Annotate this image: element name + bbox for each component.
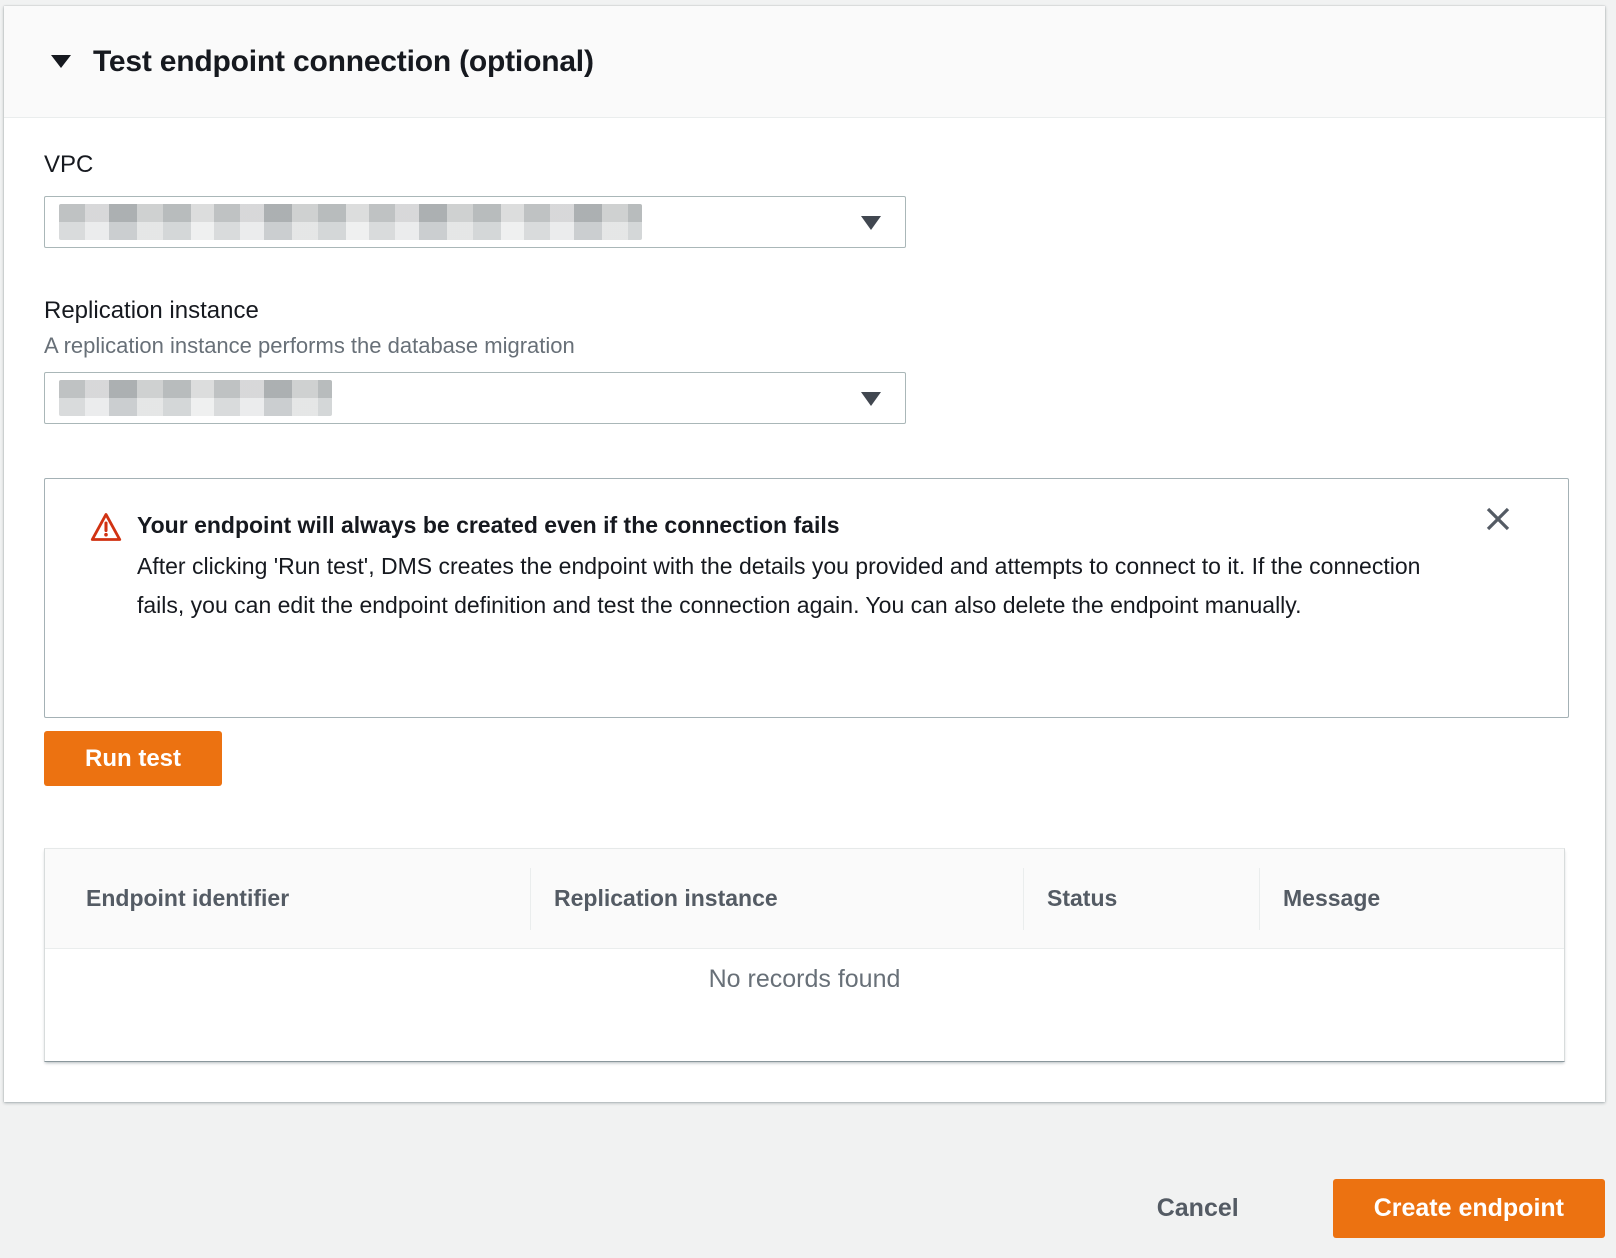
empty-state-message: No records found: [45, 949, 1564, 994]
replication-instance-label: Replication instance: [44, 296, 1569, 326]
replication-instance-description: A replication instance performs the data…: [44, 332, 1569, 359]
form-actions-footer: Cancel Create endpoint: [1151, 1179, 1605, 1238]
table-header-row: Endpoint identifier Replication instance…: [45, 849, 1564, 949]
vpc-redacted-value: [59, 204, 642, 240]
vpc-select[interactable]: [44, 196, 906, 248]
table-body: No records found: [45, 949, 1564, 1061]
column-header-replication-instance: Replication instance: [530, 885, 1023, 912]
replication-instance-select[interactable]: [44, 372, 906, 424]
run-test-button[interactable]: Run test: [44, 731, 222, 786]
vpc-label: VPC: [44, 150, 1569, 180]
replication-redacted-value: [59, 380, 332, 416]
create-endpoint-button[interactable]: Create endpoint: [1333, 1179, 1605, 1238]
close-icon: [1483, 504, 1513, 534]
alert-close-button[interactable]: [1480, 501, 1516, 537]
warning-alert: Your endpoint will always be created eve…: [44, 478, 1569, 718]
connection-results-table: Endpoint identifier Replication instance…: [44, 848, 1565, 1062]
section-body: VPC Replication instance A replication i…: [4, 150, 1605, 1062]
warning-triangle-icon: [90, 511, 122, 717]
cancel-button[interactable]: Cancel: [1151, 1193, 1245, 1224]
chevron-down-icon: [861, 392, 881, 406]
alert-content: Your endpoint will always be created eve…: [137, 509, 1437, 717]
column-header-status: Status: [1023, 885, 1259, 912]
section-title: Test endpoint connection (optional): [93, 45, 594, 79]
section-expander[interactable]: Test endpoint connection (optional): [4, 6, 1605, 118]
test-endpoint-section-card: Test endpoint connection (optional) VPC …: [4, 6, 1605, 1102]
chevron-down-icon: [861, 216, 881, 230]
alert-title: Your endpoint will always be created eve…: [137, 509, 1437, 541]
column-header-message: Message: [1259, 885, 1566, 912]
alert-body: After clicking 'Run test', DMS creates t…: [137, 547, 1437, 625]
collapse-triangle-icon: [51, 55, 71, 68]
column-header-endpoint-identifier: Endpoint identifier: [45, 885, 530, 912]
